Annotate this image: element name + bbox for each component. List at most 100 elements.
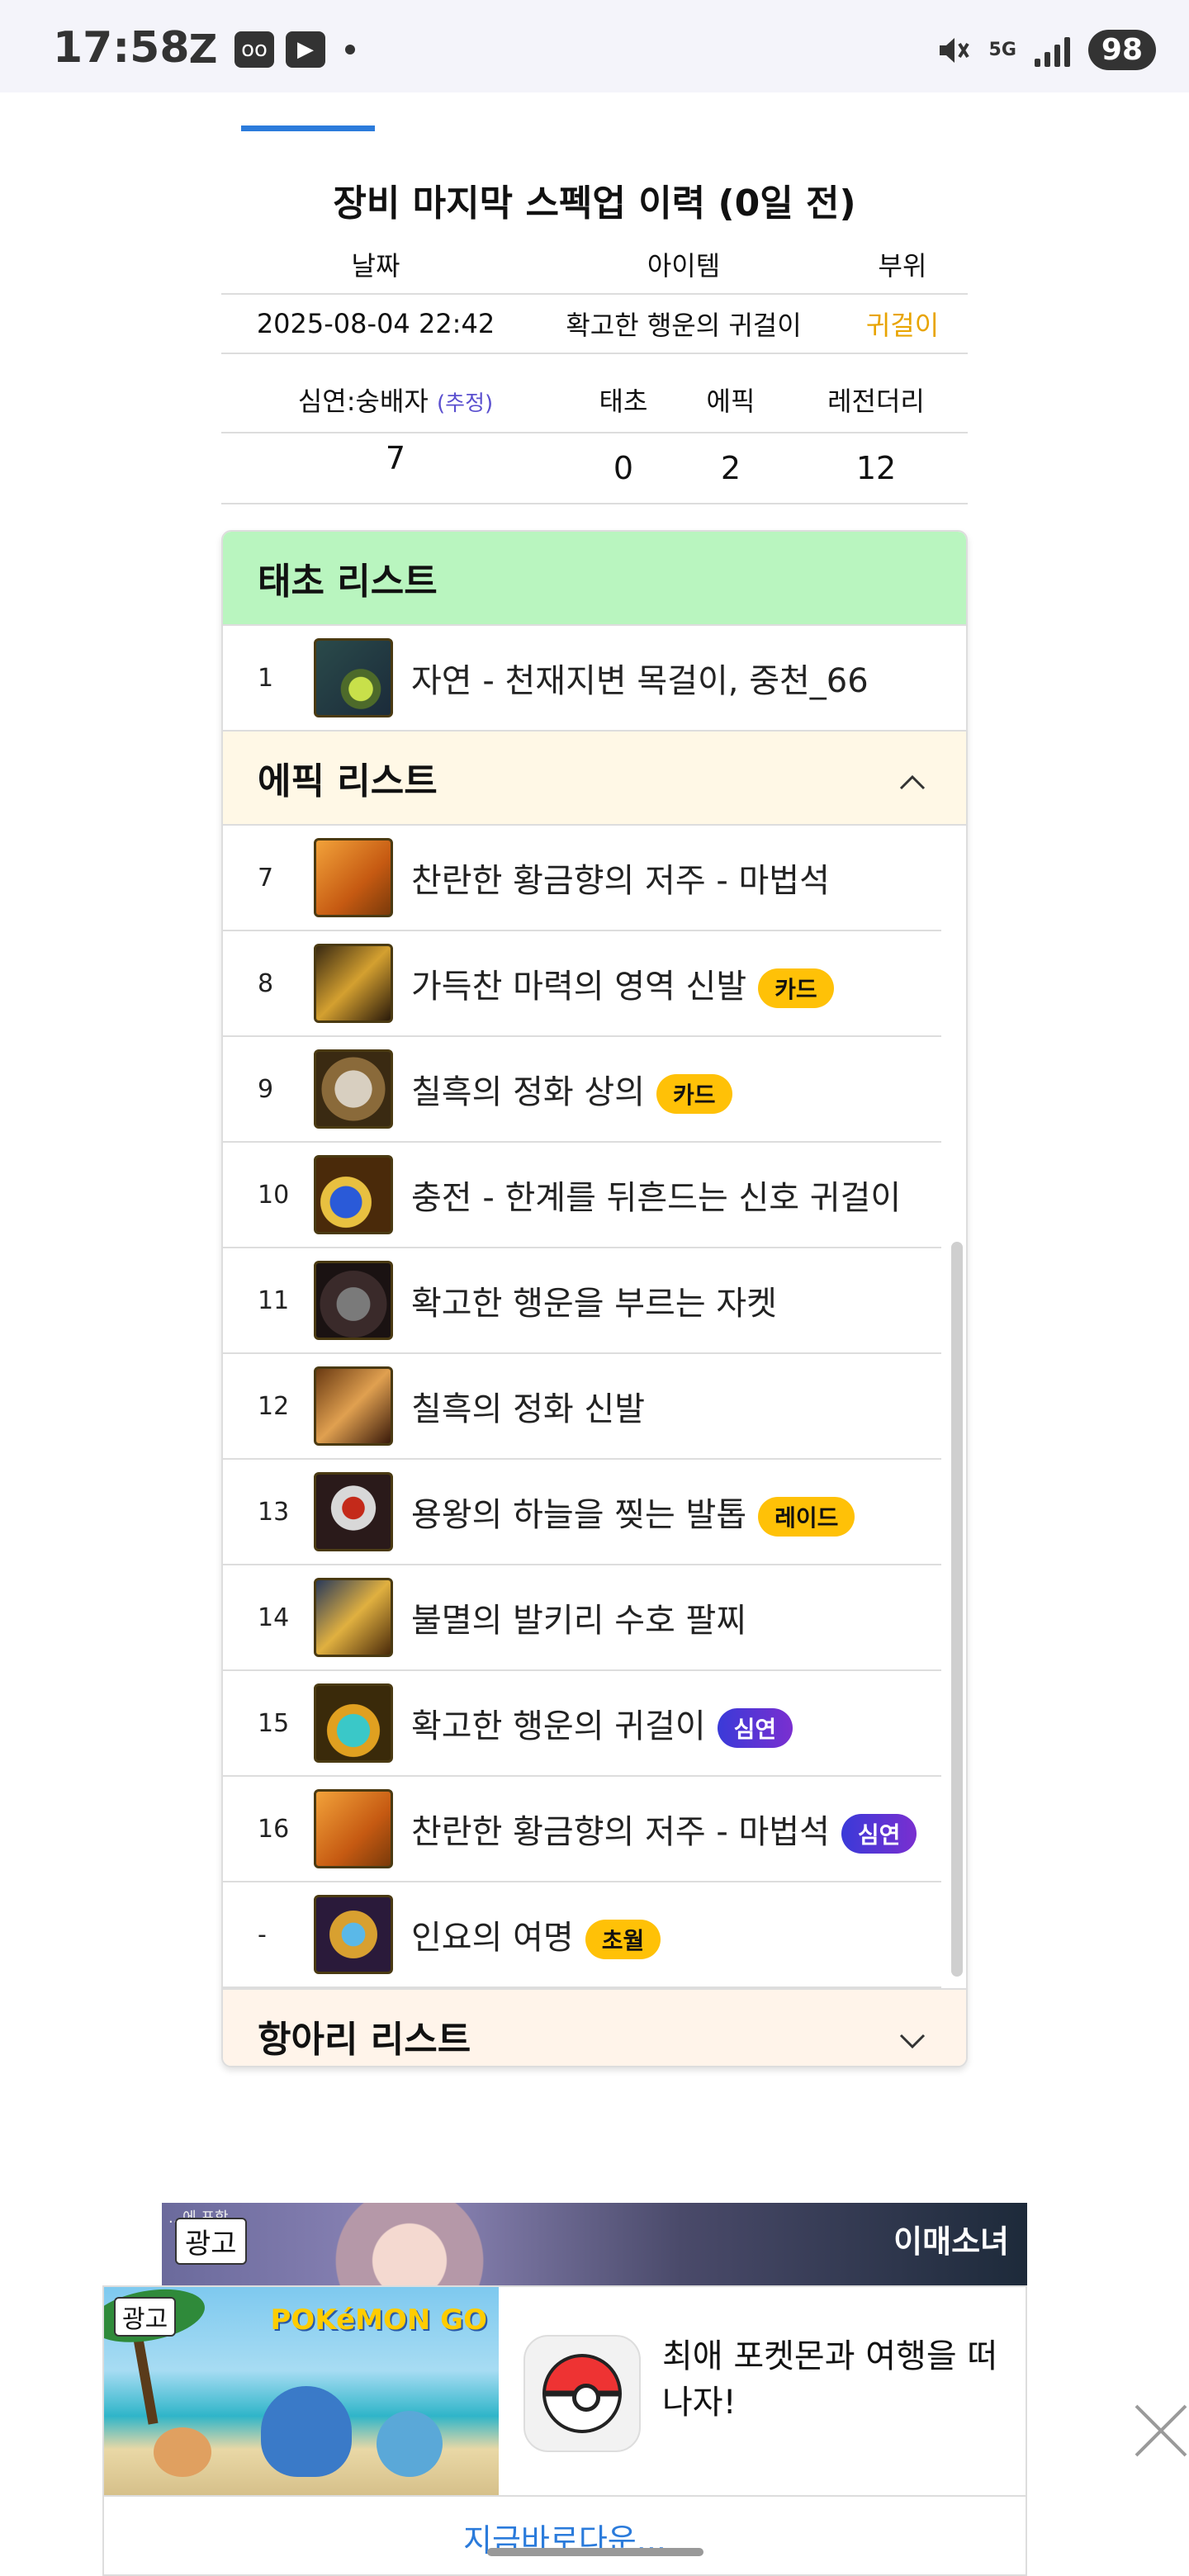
- necklace-icon: [314, 638, 393, 717]
- active-tab-indicator: [241, 125, 375, 131]
- col-date: 날짜: [221, 234, 530, 295]
- z-icon: Z: [188, 26, 218, 73]
- clock: 17:58: [53, 23, 190, 73]
- item-number: 16: [258, 1814, 290, 1844]
- status-bar: 17:58 Z oo ▶ 5G 98: [0, 0, 1189, 92]
- epic-count: 2: [677, 433, 784, 504]
- legendary-count: 12: [784, 433, 968, 504]
- magic-stone-icon: [314, 1789, 393, 1868]
- grade-counts-table: 심연:숭배자 (추정) 태초 에픽 레전더리 7 0 2 12: [221, 367, 968, 504]
- list-item[interactable]: - 인요의 여명 초월: [223, 1882, 941, 1988]
- ad-label: 광고: [114, 2297, 177, 2337]
- system-icons: 5G 98: [935, 30, 1156, 70]
- item-name: 찬란한 황금향의 저주 - 마법석: [411, 862, 830, 900]
- history-date: 2025-08-04 22:42: [221, 294, 530, 354]
- voicemail-icon: oo: [234, 31, 274, 68]
- list-item[interactable]: 1 자연 - 천재지변 목걸이, 중천_66: [223, 626, 966, 732]
- list-item[interactable]: 8 가득찬 마력의 영역 신발 카드: [223, 931, 941, 1037]
- mute-icon: [935, 32, 971, 69]
- earring-icon: [314, 1683, 393, 1763]
- item-number: 7: [258, 863, 274, 893]
- shoes-icon: [314, 1366, 393, 1446]
- primal-list-title: 태초 리스트: [258, 561, 438, 603]
- item-number: 13: [258, 1497, 290, 1527]
- jar-list-header[interactable]: 항아리 리스트: [223, 1988, 966, 2066]
- spec-history-title: 장비 마지막 스펙업 이력 (0일 전): [333, 182, 856, 225]
- list-item[interactable]: 12 칠흑의 정화 신발: [223, 1354, 941, 1460]
- download-button[interactable]: 지금바로다운...: [104, 2495, 1026, 2576]
- notification-icons: Z oo ▶: [183, 26, 355, 73]
- ad-label: 광고: [175, 2218, 247, 2265]
- pokemon-image: [154, 2427, 211, 2477]
- ad-brand-logo: 이매소녀: [893, 2223, 1009, 2260]
- epic-list-scrollbar[interactable]: [951, 1242, 963, 1977]
- item-name: 칠흑의 정화 상의 카드: [411, 1065, 732, 1114]
- list-item[interactable]: 10 충전 - 한계를 뒤흔드는 신호 귀걸이: [223, 1143, 941, 1248]
- raid-badge: 레이드: [758, 1496, 855, 1537]
- epic-list-header[interactable]: 에픽 리스트: [223, 732, 966, 826]
- signal-icon: [1034, 34, 1070, 67]
- item-name: 가득찬 마력의 영역 신발 카드: [411, 959, 834, 1008]
- col-legendary: 레전더리: [784, 367, 968, 433]
- list-item[interactable]: 15 확고한 행운의 귀걸이 심연: [223, 1671, 941, 1777]
- abyss-badge: 심연: [841, 1813, 917, 1854]
- item-number: 14: [258, 1603, 290, 1632]
- col-item: 아이템: [530, 234, 837, 295]
- item-number: -: [258, 1920, 267, 1949]
- item-number: 1: [258, 663, 274, 693]
- col-abyss: 심연:숭배자 (추정): [221, 367, 570, 433]
- item-name: 불멸의 발키리 수호 팔찌: [411, 1602, 747, 1640]
- jacket-icon: [314, 1261, 393, 1340]
- app-icon[interactable]: [523, 2335, 641, 2452]
- item-name: 확고한 행운의 귀걸이 심연: [411, 1699, 793, 1748]
- list-item[interactable]: 9 칠흑의 정화 상의 카드: [223, 1037, 941, 1143]
- youtube-icon: ▶: [286, 31, 325, 68]
- pokemon-image: [377, 2411, 443, 2477]
- chevron-up-icon[interactable]: [898, 764, 926, 792]
- item-name: 충전 - 한계를 뒤흔드는 신호 귀걸이: [411, 1179, 902, 1217]
- table-row: 2025-08-04 22:42 확고한 행운의 귀걸이 귀걸이: [221, 294, 968, 354]
- abyss-count: 7: [221, 433, 570, 504]
- battery-icon: 98: [1087, 30, 1156, 70]
- item-name: 확고한 행운을 부르는 자켓: [411, 1285, 777, 1323]
- home-indicator[interactable]: [487, 2548, 703, 2556]
- estimate-note: (추정): [437, 391, 494, 416]
- primal-count: 0: [570, 433, 677, 504]
- more-notifications-icon: [345, 45, 355, 54]
- table-row: 7 0 2 12: [221, 433, 968, 504]
- primal-list-header: 태초 리스트: [223, 532, 966, 626]
- col-epic: 에픽: [677, 367, 784, 433]
- item-name: 자연 - 천재지변 목걸이, 중천_66: [411, 662, 869, 700]
- list-item[interactable]: 11 확고한 행운을 부르는 자켓: [223, 1248, 941, 1354]
- list-item[interactable]: 14 불멸의 발키리 수호 팔찌: [223, 1565, 941, 1671]
- pokemon-go-logo: POKéMON GO: [270, 2304, 487, 2337]
- col-primal: 태초: [570, 367, 677, 433]
- list-item[interactable]: 13 용왕의 하늘을 찢는 발톱 레이드: [223, 1460, 941, 1565]
- transcend-badge: 초월: [585, 1919, 661, 1959]
- abyss-label: 심연:숭배자: [297, 385, 429, 417]
- item-number: 12: [258, 1391, 290, 1421]
- app-install-ad[interactable]: POKéMON GO 광고 최애 포켓몬과 여행을 떠나자! 지금바로다운...: [102, 2285, 1027, 2576]
- close-ad-icon[interactable]: [1133, 2403, 1189, 2459]
- card-badge: 카드: [758, 968, 834, 1008]
- ad-image[interactable]: POKéMON GO 광고: [104, 2287, 499, 2495]
- list-item[interactable]: 16 찬란한 황금향의 저주 - 마법석 심연: [223, 1777, 941, 1882]
- earring-icon: [314, 1155, 393, 1234]
- ad-headline[interactable]: 최애 포켓몬과 여행을 떠나자!: [662, 2333, 1009, 2426]
- network-icon: 5G: [988, 39, 1016, 60]
- item-number: 10: [258, 1180, 290, 1210]
- col-slot: 부위: [837, 234, 968, 295]
- item-list-card: 태초 리스트 1 자연 - 천재지변 목걸이, 중천_66 에픽 리스트 7 찬…: [221, 530, 968, 2067]
- weapon-icon: [314, 1895, 393, 1974]
- item-name: 칠흑의 정화 신발: [411, 1390, 646, 1428]
- bracelet-icon: [314, 1578, 393, 1657]
- list-item[interactable]: 7 찬란한 황금향의 저주 - 마법석: [223, 826, 941, 931]
- boots-icon: [314, 944, 393, 1023]
- top-banner-ad[interactable]: ...에 포함 이매소녀: [162, 2203, 1027, 2285]
- card-badge: 카드: [656, 1073, 732, 1114]
- chevron-down-icon[interactable]: [898, 2022, 926, 2050]
- jar-list-title: 항아리 리스트: [258, 2019, 471, 2061]
- pokeball-icon: [542, 2354, 622, 2433]
- item-name: 인요의 여명 초월: [411, 1911, 661, 1959]
- history-item[interactable]: 확고한 행운의 귀걸이: [530, 294, 837, 354]
